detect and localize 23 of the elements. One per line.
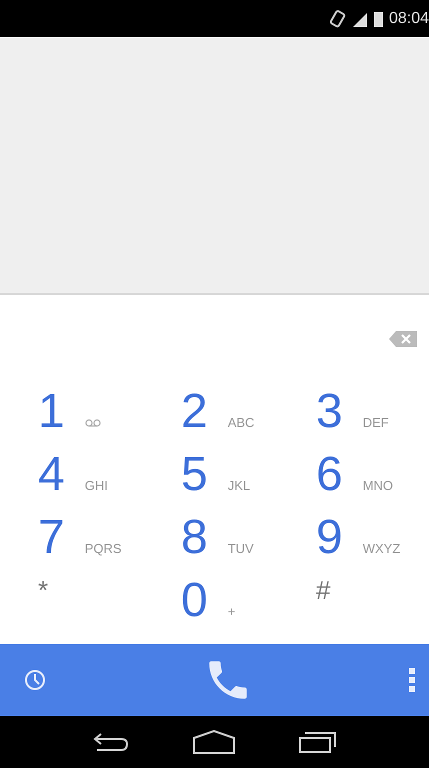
dial-key[interactable]: 7 PQRS [0,508,143,571]
dial-key[interactable]: 5 JKL [143,445,286,508]
dial-key[interactable]: # [286,571,429,634]
home-icon[interactable] [192,730,236,754]
dial-key[interactable]: 4 GHI [0,445,143,508]
battery-icon [374,10,383,26]
back-icon[interactable] [90,731,131,753]
dial-key[interactable]: 8 TUV [143,508,286,571]
rotate-icon [330,10,346,28]
dial-key[interactable]: 1 [0,382,143,445]
history-icon[interactable] [24,669,46,691]
dial-key[interactable]: 3 DEF [286,382,429,445]
signal-icon [352,10,368,26]
more-icon[interactable] [409,668,415,692]
clock-time: 08:04 [388,10,429,28]
dial-key[interactable]: * [0,571,143,634]
voicemail-icon [84,419,101,427]
recent-apps-icon[interactable] [298,730,338,754]
dial-key[interactable]: 6 MNO [286,445,429,508]
dial-key[interactable]: 2 ABC [143,382,286,445]
backspace-icon[interactable] [389,330,417,346]
dial-key[interactable]: 9 WXYZ [286,508,429,571]
dial-key[interactable]: 0 + [143,571,286,634]
